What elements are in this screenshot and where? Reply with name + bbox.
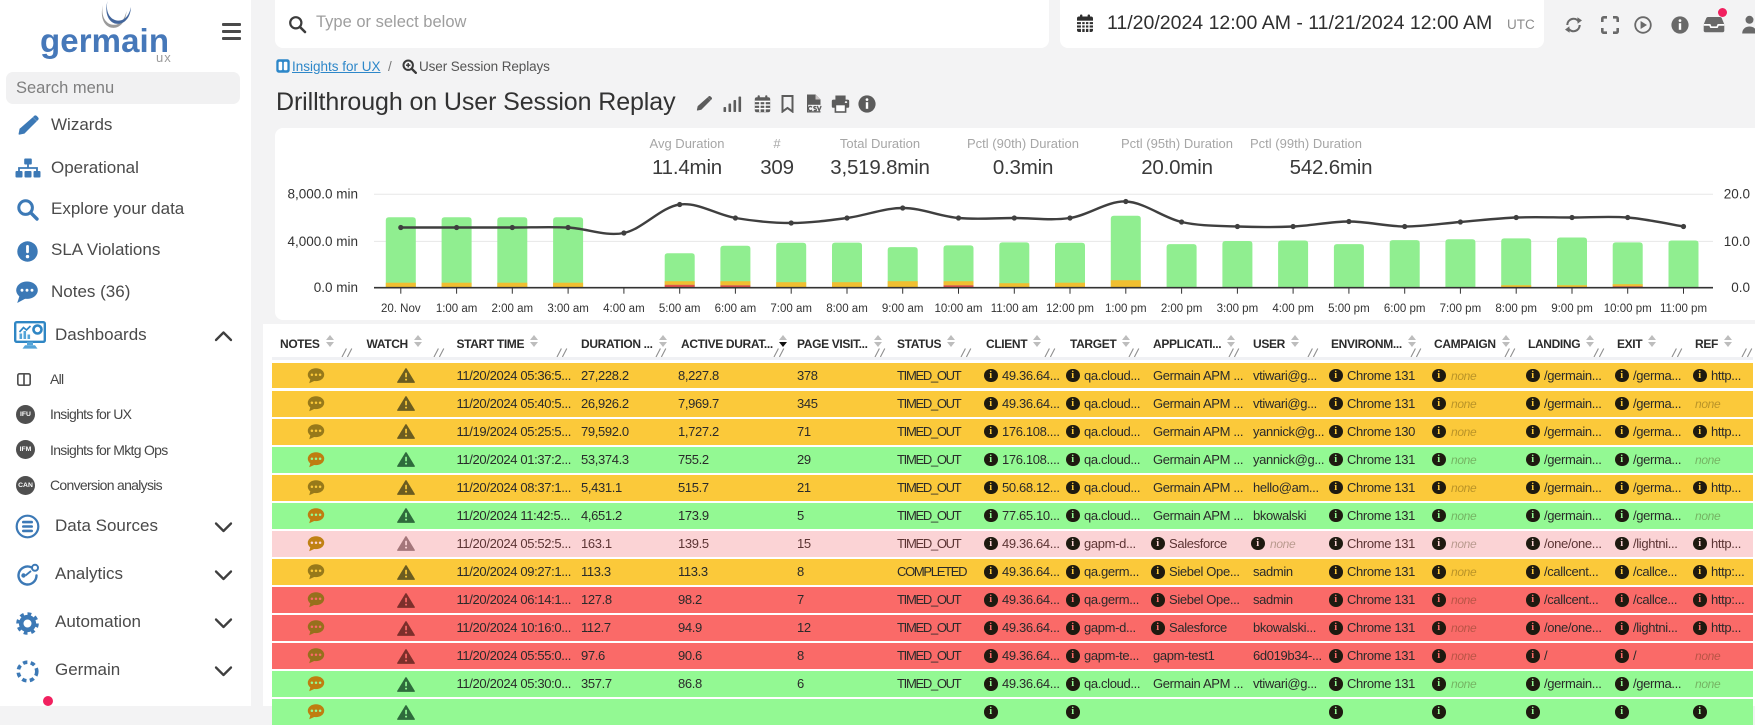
svg-text:20. Nov: 20. Nov [381, 303, 421, 315]
svg-text:8,000.0 min: 8,000.0 min [287, 187, 358, 202]
svg-text:8:00 pm: 8:00 pm [1495, 303, 1537, 315]
svg-text:7:00 pm: 7:00 pm [1440, 303, 1482, 315]
svg-text:0.0: 0.0 [1731, 280, 1750, 295]
svg-text:4:00 pm: 4:00 pm [1272, 303, 1314, 315]
svg-text:5:00 am: 5:00 am [659, 303, 701, 315]
svg-text:5:00 pm: 5:00 pm [1328, 303, 1370, 315]
svg-text:9:00 am: 9:00 am [882, 303, 924, 315]
svg-text:8:00 am: 8:00 am [826, 303, 868, 315]
svg-text:10:00 am: 10:00 am [935, 303, 983, 315]
svg-text:4,000.0 min: 4,000.0 min [287, 234, 358, 249]
svg-text:2:00 pm: 2:00 pm [1161, 303, 1203, 315]
svg-text:6:00 am: 6:00 am [715, 303, 757, 315]
svg-text:3:00 am: 3:00 am [547, 303, 589, 315]
svg-text:10:00 pm: 10:00 pm [1604, 303, 1652, 315]
svg-text:6:00 pm: 6:00 pm [1384, 303, 1426, 315]
svg-text:1:00 am: 1:00 am [436, 303, 478, 315]
svg-text:1:00 pm: 1:00 pm [1105, 303, 1147, 315]
svg-text:12:00 pm: 12:00 pm [1046, 303, 1094, 315]
svg-text:10.0: 10.0 [1724, 234, 1750, 249]
svg-text:7:00 am: 7:00 am [770, 303, 812, 315]
svg-text:11:00 am: 11:00 am [991, 303, 1038, 315]
svg-text:0.0 min: 0.0 min [314, 280, 358, 295]
svg-text:4:00 am: 4:00 am [603, 303, 645, 315]
svg-text:3:00 pm: 3:00 pm [1217, 303, 1259, 315]
svg-text:2:00 am: 2:00 am [492, 303, 534, 315]
svg-text:20.0: 20.0 [1724, 187, 1750, 202]
svg-text:9:00 pm: 9:00 pm [1551, 303, 1593, 315]
svg-text:11:00 pm: 11:00 pm [1660, 303, 1707, 315]
